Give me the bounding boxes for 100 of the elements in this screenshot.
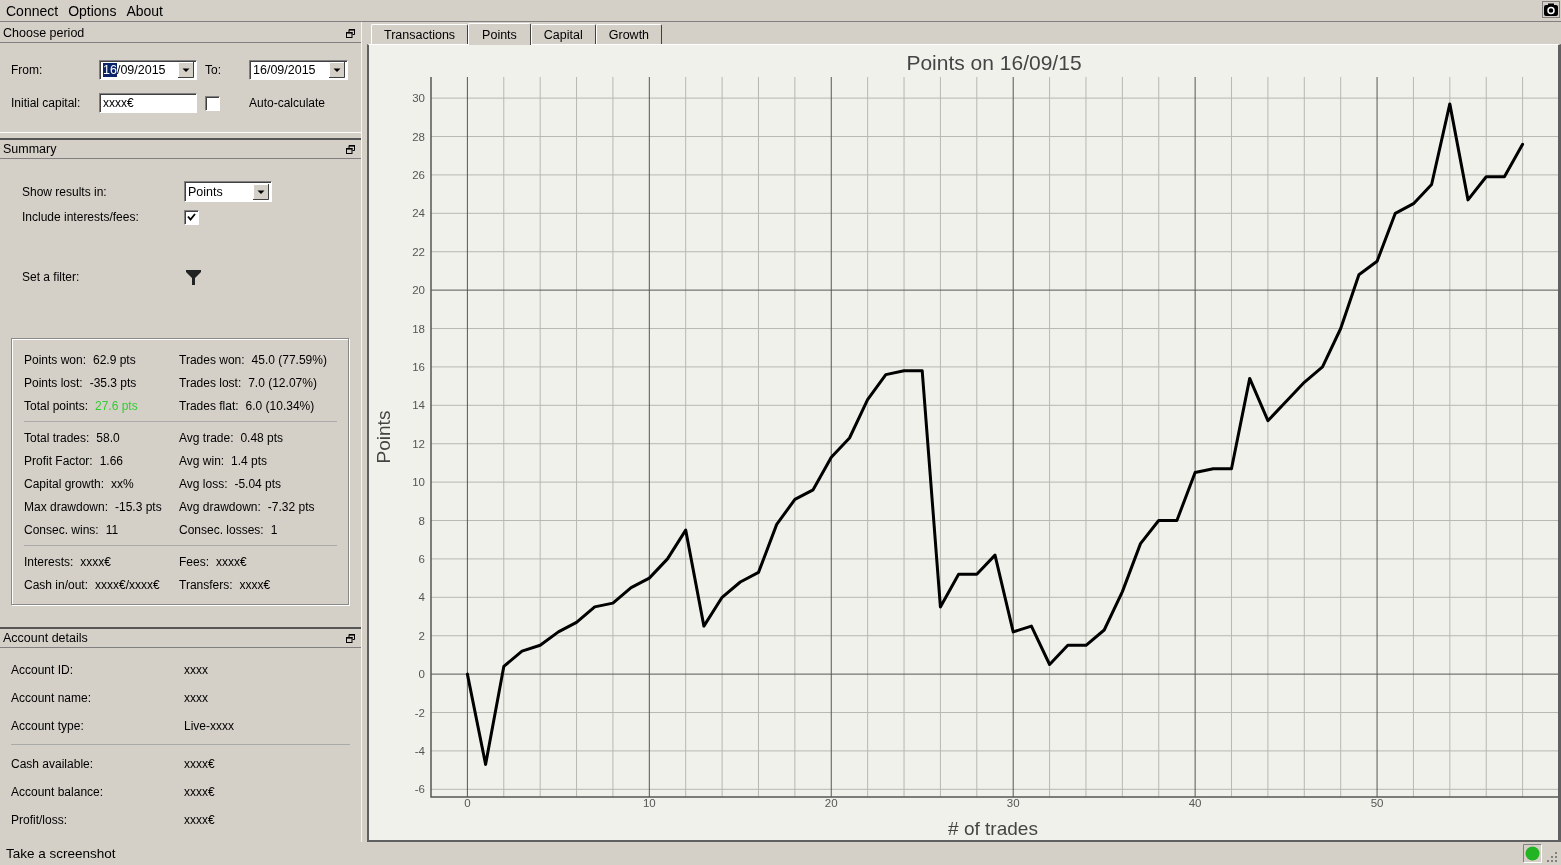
detail-value: xxxx€ <box>184 813 215 827</box>
field-label: Set a filter: <box>22 270 80 284</box>
date-text: 16 <box>103 63 117 77</box>
stat-label: Cash in/out: <box>24 577 89 592</box>
date-field[interactable]: 16/09/2015 <box>249 60 348 80</box>
tick-label: 16 <box>412 360 425 373</box>
checkbox-label: Auto-calculate <box>249 96 327 110</box>
tick-label: 14 <box>412 399 425 412</box>
tick-label: 20 <box>412 284 425 297</box>
checkmark-icon <box>187 213 196 221</box>
stat-value: xxxx€ <box>215 554 247 569</box>
stat-label: Total trades: <box>24 430 90 445</box>
panel-title: Choose period <box>3 26 85 40</box>
stat-value: 45.0 (77.59%) <box>251 352 327 367</box>
detail-label: Account ID: <box>11 663 74 677</box>
tick-label: 26 <box>412 168 425 181</box>
tick-label: 30 <box>1006 797 1020 809</box>
tick-label: 6 <box>418 552 425 565</box>
checkbox-label: Include interests/fees: <box>22 210 139 224</box>
stat-value: xxxx€/xxxx€ <box>95 577 160 592</box>
stat-value: 62.9 pts <box>93 352 136 367</box>
detail-value: xxxx€ <box>184 785 215 799</box>
input-field[interactable]: xxxx€ <box>99 93 197 113</box>
detail-value: Live-xxxx <box>184 719 234 733</box>
restore-icon[interactable] <box>346 633 355 643</box>
filter-icon[interactable] <box>186 269 201 285</box>
camera-icon[interactable] <box>1542 1 1560 18</box>
stat-label: Points won: <box>24 352 87 367</box>
caret-icon[interactable] <box>253 183 269 200</box>
tick-label: -2 <box>414 706 425 719</box>
stat-value: -15.3 pts <box>115 499 162 514</box>
tick-label: 50 <box>1370 797 1384 809</box>
tick-label: 8 <box>418 514 425 527</box>
checkbox[interactable] <box>184 209 199 225</box>
status-message: Take a screenshot <box>6 846 116 861</box>
detail-label: Cash available: <box>11 757 94 771</box>
stat-label: Transfers: <box>179 577 233 592</box>
size-grip-icon[interactable] <box>1546 851 1558 863</box>
stat-value: 27.6 pts <box>95 398 138 413</box>
menu-item[interactable]: About <box>121 1 168 20</box>
menu-item[interactable]: Connect <box>1 1 64 20</box>
tick-label: -6 <box>414 783 425 796</box>
detail-value: xxxx€ <box>184 757 215 771</box>
stat-label: Avg drawdown: <box>179 499 261 514</box>
dropdown[interactable]: Points <box>184 181 272 202</box>
axis-label: Points <box>373 410 394 464</box>
stat-label: Trades flat: <box>179 398 239 413</box>
tick-label: 40 <box>1188 797 1202 809</box>
tick-label: 4 <box>418 591 425 604</box>
stat-value: 1.4 pts <box>231 453 268 468</box>
tick-label: 12 <box>412 437 425 450</box>
restore-icon[interactable] <box>346 144 355 154</box>
menu-item[interactable]: Options <box>63 1 122 20</box>
detail-value: xxxx <box>184 691 208 705</box>
stat-label: Points lost: <box>24 375 83 390</box>
stat-value: 6.0 (10.34%) <box>245 398 315 413</box>
stat-label: Consec. losses: <box>179 522 264 537</box>
restore-icon[interactable] <box>346 28 355 38</box>
tick-label: 28 <box>412 130 425 143</box>
tick-label: 2 <box>418 629 425 642</box>
panel-title: Account details <box>3 631 88 645</box>
stat-label: Total points: <box>24 398 89 413</box>
checkbox[interactable] <box>205 95 220 111</box>
stat-value: -35.3 pts <box>89 375 137 390</box>
caret-icon[interactable] <box>329 62 345 78</box>
stat-value: xxxx€ <box>80 554 111 569</box>
caret-icon[interactable] <box>178 62 194 78</box>
stat-label: Avg trade: <box>179 430 234 445</box>
tab[interactable]: Growth <box>595 24 663 44</box>
tick-label: 24 <box>412 207 425 220</box>
stat-label: Consec. wins: <box>24 522 99 537</box>
stat-label: Trades won: <box>179 352 245 367</box>
panel-title: Summary <box>3 142 57 156</box>
tab[interactable]: Transactions <box>371 24 469 44</box>
stat-label: Trades lost: <box>179 375 242 390</box>
detail-label: Profit/loss: <box>11 813 67 827</box>
tab[interactable]: Points <box>468 23 531 45</box>
stat-label: Avg loss: <box>179 476 228 491</box>
stat-value: 58.0 <box>96 430 120 445</box>
stat-value: -5.04 pts <box>234 476 282 491</box>
stat-label: Capital growth: <box>24 476 105 491</box>
chart-title: Points on 16/09/15 <box>906 51 1082 74</box>
tick-label: -4 <box>414 744 425 757</box>
stat-value: 0.48 pts <box>240 430 284 445</box>
stat-value: xx% <box>111 476 134 491</box>
tick-label: 20 <box>824 797 838 809</box>
stat-label: Fees: <box>179 554 209 569</box>
detail-label: Account name: <box>11 691 92 705</box>
tick-label: 18 <box>412 322 425 335</box>
tab[interactable]: Capital <box>530 24 596 44</box>
tick-label: 10 <box>412 476 425 489</box>
stat-value: 11 <box>105 522 119 537</box>
stat-label: Avg win: <box>179 453 225 468</box>
stat-label: Profit Factor: <box>24 453 93 468</box>
field-label: From: <box>11 63 44 77</box>
tick-label: 0 <box>418 668 425 681</box>
field-label: Show results in: <box>22 184 107 199</box>
stat-value: xxxx€ <box>239 577 271 592</box>
tick-label: 30 <box>412 92 425 105</box>
field-label: Initial capital: <box>11 96 82 110</box>
